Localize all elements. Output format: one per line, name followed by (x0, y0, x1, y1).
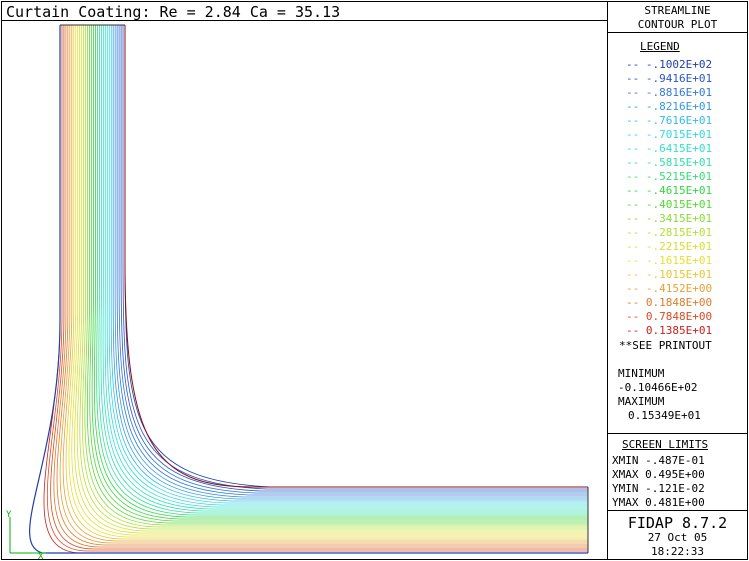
streamline (100, 25, 588, 512)
legend-panel: LEGEND -- -.1002E+02 -- -.9416E+01 -- -.88… (607, 32, 748, 434)
plot-title-bar: Curtain Coating: Re = 2.84 Ca = 35.13 (1, 1, 608, 21)
legend-entry: -- -.4152E+00 (626, 282, 713, 295)
maximum-value: 0.15349E+01 (628, 409, 701, 422)
coordinate-axes-icon: Y X (6, 510, 46, 561)
legend-entry: -- 0.1385E+01 (626, 324, 713, 337)
legend-entry: -- -.2815E+01 (626, 226, 713, 239)
legend-entry: -- -.1002E+02 (626, 58, 713, 71)
streamline (124, 25, 588, 488)
legend-entry: -- -.1015E+01 (626, 268, 713, 281)
see-printout-note: **SEE PRINTOUT (619, 339, 712, 352)
legend-entry: -- -.7015E+01 (626, 128, 713, 141)
streamline-group (29, 24, 589, 554)
streamline (74, 25, 588, 534)
legend-title: LEGEND (640, 40, 680, 53)
streamline (122, 25, 588, 490)
legend-entry: -- -.8216E+01 (626, 100, 713, 113)
limit-ymin: YMIN -.121E-02 (612, 482, 705, 495)
streamline (102, 25, 588, 510)
maximum-label: MAXIMUM (618, 395, 665, 408)
legend-entry: -- -.8816E+01 (626, 86, 713, 99)
streamline (118, 25, 588, 494)
streamline (89, 25, 588, 522)
streamline (110, 25, 588, 502)
streamline-plot: Y X (1, 20, 608, 561)
legend-entry: -- -.2215E+01 (626, 240, 713, 253)
streamline (114, 25, 588, 498)
limit-xmin: XMIN -.487E-01 (612, 454, 705, 467)
streamline (71, 25, 588, 536)
screen-limits-list: XMIN -.487E-01 XMAX 0.495E+00 YMIN -.121… (612, 454, 705, 510)
legend-entry: -- -.5215E+01 (626, 170, 713, 183)
legend-entry: -- 0.1848E+00 (626, 296, 713, 309)
legend-entry: -- -.4015E+01 (626, 198, 713, 211)
screen-limits-title: SCREEN LIMITS (622, 438, 709, 451)
streamline-svg: Y X (6, 24, 589, 561)
streamline (86, 25, 588, 524)
panel-heading: STREAMLINE CONTOUR PLOT (607, 1, 748, 33)
streamline (112, 25, 588, 500)
streamline (84, 25, 588, 526)
streamline (93, 25, 588, 518)
legend-entry: -- -.1615E+01 (626, 254, 713, 267)
run-time: 18:22:33 (651, 545, 704, 558)
software-stamp: FIDAP 8.7.2 27 Oct 05 18:22:33 (607, 510, 748, 560)
heading-line-1: STREAMLINE (644, 4, 711, 17)
limit-ymax: YMAX 0.481E+00 (612, 496, 705, 509)
streamline (79, 25, 588, 530)
legend-list: -- -.1002E+02 -- -.9416E+01 -- -.8816E+01-… (626, 58, 712, 338)
screen-limits-panel: SCREEN LIMITS XMIN -.487E-01 XMAX 0.495E… (607, 433, 748, 511)
streamline (59, 25, 588, 544)
free-surface-boundary (124, 25, 588, 488)
plot-title: Curtain Coating: Re = 2.84 Ca = 35.13 (6, 3, 341, 21)
streamline (104, 25, 588, 508)
limit-xmax: XMAX 0.495E+00 (612, 468, 705, 481)
x-axis-label: X (38, 552, 44, 561)
streamline (108, 25, 588, 504)
legend-entry: -- -.3415E+01 (626, 212, 713, 225)
software-version: FIDAP 8.7.2 (627, 514, 728, 532)
streamline (68, 25, 588, 538)
y-axis-label: Y (6, 510, 12, 520)
legend-entry: -- -.9416E+01 (626, 72, 713, 85)
minimum-label: MINIMUM (618, 367, 665, 380)
streamline (106, 25, 588, 506)
streamline (53, 25, 588, 548)
streamline (56, 25, 588, 546)
minimum-value: -0.10466E+02 (618, 381, 698, 394)
legend-entry: -- -.4615E+01 (626, 184, 713, 197)
streamline (116, 25, 588, 496)
streamline (46, 25, 588, 552)
streamline (120, 25, 588, 492)
legend-entry: -- -.7616E+01 (626, 114, 713, 127)
streamline (62, 25, 588, 542)
streamline (96, 25, 588, 516)
legend-entry: -- 0.7848E+00 (626, 310, 713, 323)
streamline (98, 25, 588, 514)
legend-entry: -- -.6415E+01 (626, 142, 713, 155)
streamline (91, 25, 588, 520)
run-date: 27 Oct 05 (647, 531, 708, 544)
heading-line-2: CONTOUR PLOT (637, 18, 718, 31)
legend-entry: -- -.5815E+01 (626, 156, 713, 169)
